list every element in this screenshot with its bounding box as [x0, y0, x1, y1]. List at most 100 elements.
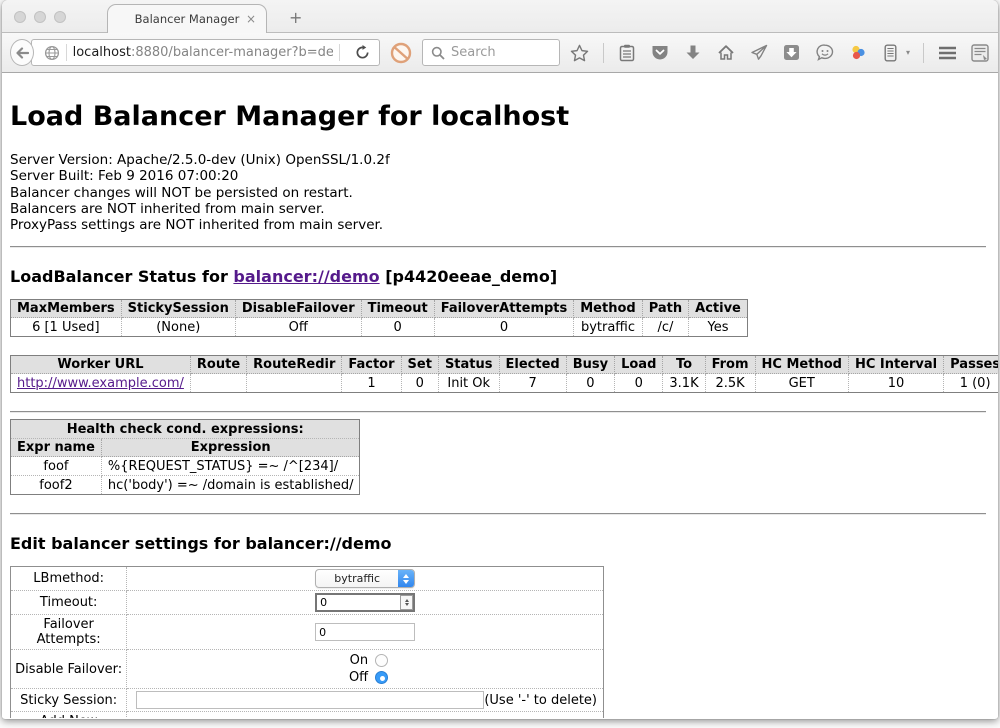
edit-settings-heading: Edit balancer settings for balancer://de… — [10, 534, 988, 553]
timeout-row: Timeout: — [11, 591, 604, 615]
col-load: Load — [615, 356, 663, 374]
cell-active: Yes — [689, 318, 748, 337]
health-check-table: Health check cond. expressions: Expr nam… — [10, 419, 360, 495]
cell-routeredir — [247, 374, 342, 393]
col-expr-name: Expr name — [11, 439, 102, 457]
tab-balancer-manager[interactable]: Balancer Manager × — [107, 4, 267, 33]
lbmethod-select[interactable]: bytraffic — [315, 569, 415, 588]
search-bar[interactable] — [422, 39, 560, 66]
new-tab-button[interactable]: + — [283, 8, 308, 27]
container-icon — [884, 44, 897, 62]
page-title: Load Balancer Manager for localhost — [10, 101, 988, 132]
pocket-button[interactable] — [650, 43, 670, 63]
section-divider-2 — [10, 411, 986, 413]
cell-elected: 7 — [499, 374, 566, 393]
reading-list-button[interactable] — [617, 43, 637, 63]
balancer-demo-link[interactable]: balancer://demo — [233, 267, 379, 286]
number-stepper-icon[interactable] — [400, 595, 413, 610]
menu-icon — [938, 46, 957, 60]
save-box-button[interactable] — [782, 43, 802, 63]
col-to: To — [663, 356, 705, 374]
radio-off[interactable] — [375, 671, 388, 684]
chat-icon — [816, 44, 834, 61]
window-controls — [14, 11, 66, 23]
block-button[interactable] — [390, 42, 412, 64]
col-elected: Elected — [499, 356, 566, 374]
container-button[interactable] — [881, 43, 901, 63]
cell-stickysession: (None) — [121, 318, 235, 337]
tab-close-icon[interactable]: × — [246, 12, 256, 26]
colors-button[interactable] — [848, 43, 868, 63]
col-passes: Passes — [944, 356, 998, 374]
sticky-session-note: (Use '-' to delete) — [484, 693, 599, 708]
back-button[interactable] — [10, 39, 34, 66]
col-hc-method: HC Method — [755, 356, 848, 374]
caret-down-icon[interactable]: ▾ — [906, 48, 910, 57]
balancer-header-row: MaxMembers StickySession DisableFailover… — [11, 300, 748, 318]
radio-on[interactable] — [375, 654, 388, 667]
star-icon — [570, 44, 589, 62]
col-set: Set — [401, 356, 438, 374]
section-divider-1 — [10, 246, 986, 248]
worker-data-row: http://www.example.com/ 1 0 Init Ok 7 0 … — [11, 374, 999, 393]
worker-url-link[interactable]: http://www.example.com/ — [17, 376, 184, 391]
col-worker-url: Worker URL — [11, 356, 191, 374]
zoom-window-button[interactable] — [54, 11, 66, 23]
search-input[interactable] — [451, 45, 551, 60]
col-disablefailover: DisableFailover — [235, 300, 361, 318]
navigation-toolbar: localhost:8880/balancer-manager?b=demo&n… — [2, 33, 998, 73]
home-icon — [717, 44, 735, 61]
failover-attempts-label: Failover Attempts: — [11, 615, 127, 650]
url-domain: localhost — [73, 45, 131, 60]
minimize-window-button[interactable] — [34, 11, 46, 23]
reload-button[interactable] — [346, 45, 379, 60]
colors-icon — [849, 44, 867, 61]
downloads-button[interactable] — [683, 43, 703, 63]
lbmethod-row: LBmethod: bytraffic — [11, 567, 604, 591]
col-expression: Expression — [101, 439, 360, 457]
cell-expression-2: hc('body') =~ /domain is established/ — [101, 476, 360, 495]
grid-icon — [971, 44, 989, 62]
col-routeredir: RouteRedir — [247, 356, 342, 374]
chat-button[interactable] — [815, 43, 835, 63]
send-button[interactable] — [749, 43, 769, 63]
grid-extension-button[interactable] — [970, 43, 990, 63]
download-icon — [685, 44, 701, 61]
cell-hc-method: GET — [755, 374, 848, 393]
cell-failoverattempts: 0 — [434, 318, 574, 337]
col-factor: Factor — [342, 356, 401, 374]
radio-off-label: Off — [342, 670, 368, 685]
cell-expr-name-1: foof — [11, 457, 102, 476]
worker-header-row: Worker URL Route RouteRedir Factor Set S… — [11, 356, 999, 374]
cell-passes: 1 (0) — [944, 374, 998, 393]
worker-table: Worker URL Route RouteRedir Factor Set S… — [10, 355, 998, 393]
page-content: Load Balancer Manager for localhost Serv… — [2, 73, 998, 718]
disable-failover-row: Disable Failover: On Off — [11, 650, 604, 689]
cell-factor: 1 — [342, 374, 401, 393]
menu-button[interactable] — [937, 43, 957, 63]
health-table-title: Health check cond. expressions: — [11, 420, 360, 439]
failover-attempts-input[interactable] — [315, 623, 415, 641]
sticky-session-input[interactable] — [136, 691, 484, 709]
url-text[interactable]: localhost:8880/balancer-manager?b=demo&n… — [73, 45, 333, 60]
urlbar-divider-2 — [339, 44, 340, 61]
status-heading-prefix: LoadBalancer Status for — [10, 267, 233, 286]
url-bar[interactable]: localhost:8880/balancer-manager?b=demo&n… — [31, 39, 380, 66]
col-route: Route — [190, 356, 246, 374]
cell-status: Init Ok — [438, 374, 499, 393]
status-heading-suffix: [p4420eeae_demo] — [380, 267, 558, 286]
bookmark-star-button[interactable] — [570, 43, 590, 63]
pocket-icon — [651, 44, 669, 61]
add-worker-label: Add New Worker: — [11, 712, 127, 718]
home-button[interactable] — [716, 43, 736, 63]
globe-icon — [44, 45, 60, 61]
close-window-button[interactable] — [14, 11, 26, 23]
save-box-icon — [783, 44, 800, 61]
col-hc-interval: HC Interval — [848, 356, 943, 374]
cell-method: bytraffic — [574, 318, 642, 337]
col-path: Path — [642, 300, 688, 318]
toolbar-separator-2 — [923, 43, 924, 63]
col-method: Method — [574, 300, 642, 318]
cell-load: 0 — [615, 374, 663, 393]
tab-title: Balancer Manager — [135, 12, 240, 26]
